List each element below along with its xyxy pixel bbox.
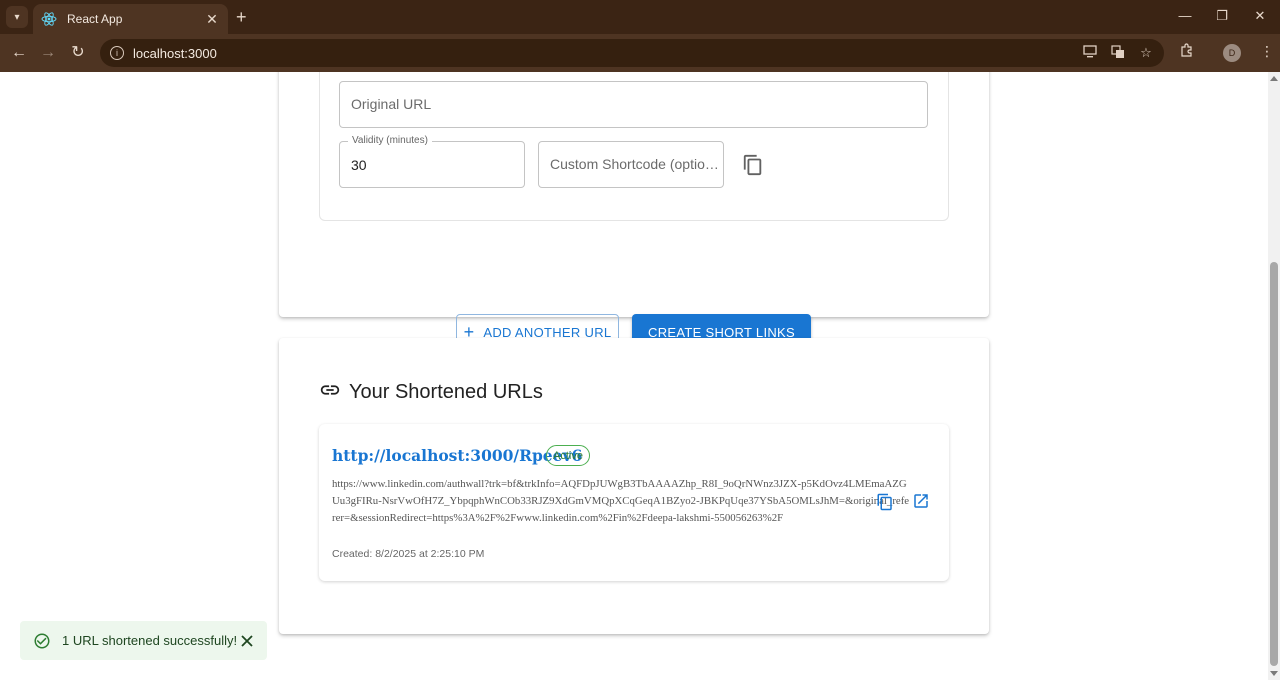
results-heading: Your Shortened URLs (319, 379, 543, 406)
scroll-up-arrow-icon[interactable] (1270, 76, 1278, 81)
page-viewport: Original URL Validity (minutes) 30 Custo… (0, 72, 1268, 680)
created-timestamp: Created: 8/2/2025 at 2:25:10 PM (332, 548, 485, 560)
browser-toolbar: ← → ↻ i localhost:3000 ☆ ⋮ (0, 34, 1280, 72)
browser-menu-icon[interactable]: ⋮ (1260, 43, 1274, 60)
results-card: Your Shortened URLs http://localhost:300… (279, 338, 989, 634)
site-info-icon[interactable]: i (110, 46, 124, 60)
shortened-url-item: http://localhost:3000/Rpeev6 Active http… (319, 424, 949, 581)
snackbar-close-icon[interactable] (240, 634, 254, 648)
tab-close-icon[interactable]: ✕ (204, 11, 220, 28)
section-title: Your Shortened URLs (349, 381, 543, 403)
address-url[interactable]: localhost:3000 (133, 46, 217, 61)
extensions-icon[interactable] (1180, 43, 1194, 60)
window-close-button[interactable]: ✕ (1250, 8, 1270, 24)
original-url-input[interactable]: Original URL (339, 81, 928, 128)
url-form-card: Original URL Validity (minutes) 30 Custo… (279, 72, 989, 350)
open-in-new-icon[interactable] (912, 492, 930, 510)
success-snackbar: 1 URL shortened successfully! (20, 621, 267, 660)
browser-tab[interactable]: React App ✕ (33, 4, 228, 34)
scroll-down-arrow-icon[interactable] (1270, 671, 1278, 676)
short-url-link[interactable]: http://localhost:3000/Rpeev6 (332, 446, 582, 465)
copy-link-icon[interactable] (876, 493, 894, 511)
address-bar[interactable]: i localhost:3000 ☆ (100, 39, 1164, 67)
custom-shortcode-input[interactable]: Custom Shortcode (optio… (538, 141, 724, 188)
original-url-text: https://www.linkedin.com/authwall?trk=bf… (332, 478, 910, 524)
tab-title: React App (67, 12, 123, 26)
forward-button[interactable]: → (38, 43, 58, 63)
new-tab-button[interactable]: + (236, 7, 247, 27)
install-app-icon[interactable] (1082, 45, 1098, 62)
translate-icon[interactable] (1110, 45, 1126, 62)
validity-input[interactable]: Validity (minutes) 30 (339, 135, 525, 188)
validity-value: 30 (351, 157, 367, 173)
copy-icon[interactable] (742, 154, 764, 176)
bookmark-star-icon[interactable]: ☆ (1138, 45, 1154, 62)
page-scrollbar[interactable] (1268, 72, 1280, 680)
restore-button[interactable]: ❐ (1212, 8, 1232, 24)
original-url-placeholder: Original URL (351, 96, 432, 112)
link-icon (319, 379, 341, 406)
reload-button[interactable]: ↻ (68, 43, 88, 63)
profile-avatar[interactable]: D (1223, 44, 1241, 62)
status-badge: Active (546, 445, 590, 466)
snackbar-message: 1 URL shortened successfully! (62, 633, 238, 648)
minimize-button[interactable]: — (1175, 8, 1195, 23)
browser-tab-strip: ▾ React App ✕ + — ❐ ✕ (0, 0, 1280, 34)
scroll-thumb[interactable] (1270, 262, 1278, 666)
check-circle-icon (33, 632, 51, 650)
validity-label: Validity (minutes) (348, 135, 432, 146)
tab-search-button[interactable]: ▾ (6, 6, 28, 28)
react-logo-icon (41, 11, 57, 27)
back-button[interactable]: ← (9, 43, 29, 63)
shortcode-placeholder: Custom Shortcode (optio… (550, 156, 719, 172)
add-icon: + (463, 322, 475, 342)
